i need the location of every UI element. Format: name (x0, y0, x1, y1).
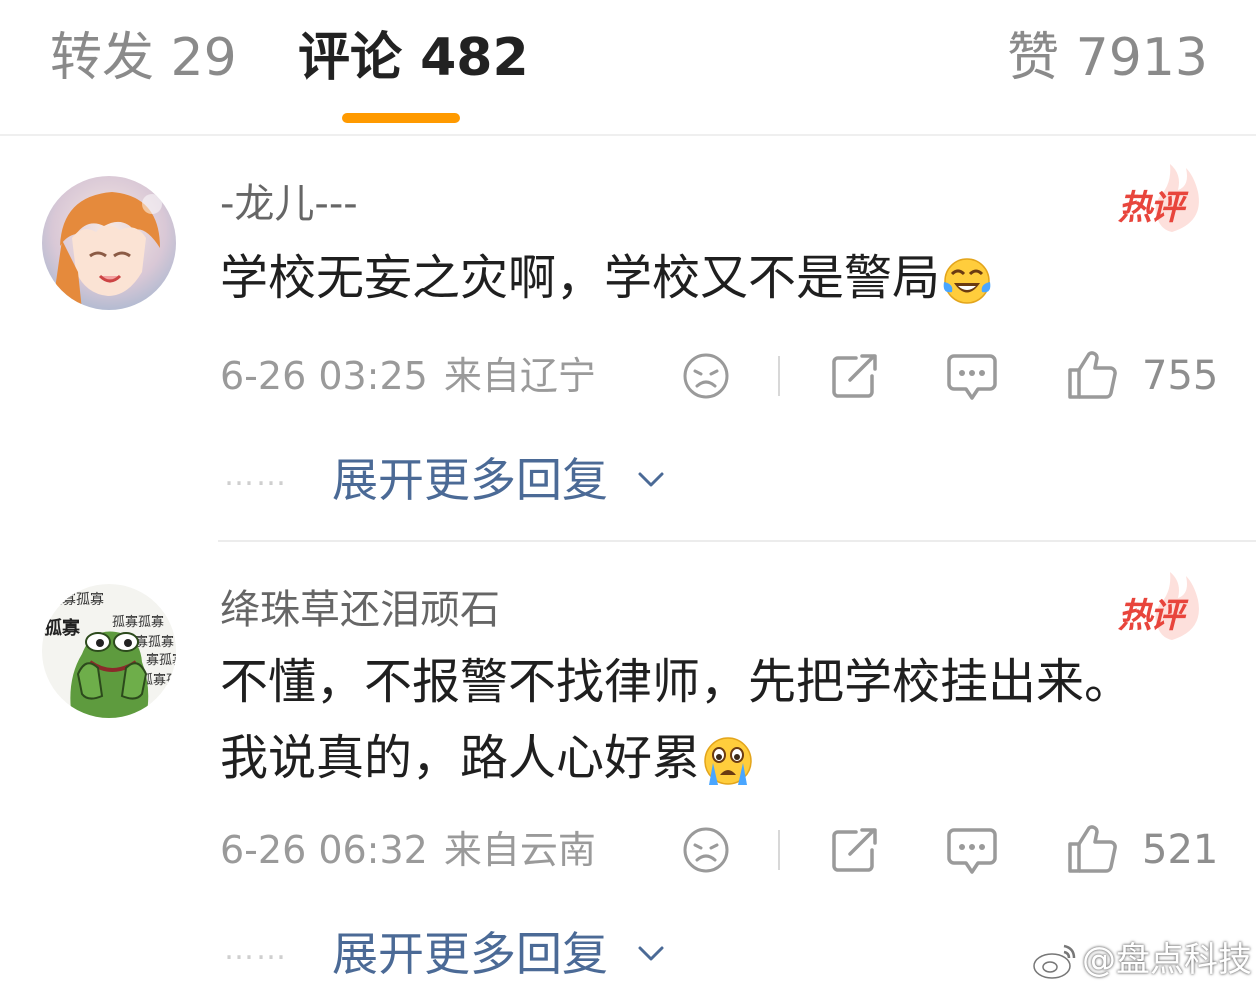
crying-laughing-emoji-icon (943, 258, 991, 304)
reply-comment-icon[interactable] (946, 352, 998, 402)
tab-forward[interactable]: 转发 29 (50, 26, 237, 90)
share-icon[interactable] (830, 826, 880, 874)
weibo-logo-icon (1033, 944, 1076, 979)
reply-comment-icon[interactable] (946, 826, 998, 876)
comments-page: 转发 29 评论 482 赞 7913 -龙儿--- 热评 学校无妄之灾啊，学校… (0, 0, 1256, 989)
dislike-face-icon[interactable] (682, 826, 730, 874)
comment-divider (218, 540, 1256, 542)
chevron-down-icon (638, 946, 664, 961)
dislike-face-icon[interactable] (682, 352, 730, 400)
like-count: 521 (1142, 827, 1219, 873)
chevron-down-icon (638, 472, 664, 487)
tab-bar: 转发 29 评论 482 赞 7913 (0, 0, 1256, 136)
comment-text-line: 我说真的，路人心好累 (220, 730, 701, 786)
comment-text-line: 不懂，不报警不找律师，先把学校挂出来。 (220, 654, 1133, 710)
crying-emoji-icon (704, 737, 752, 785)
comment-text-line: 学校无妄之灾啊，学校又不是警局 (220, 250, 941, 306)
avatar-pattern-text: 孤寡孤寡 (48, 591, 104, 608)
comment-text: 学校无妄之灾啊，学校又不是警局 (220, 240, 992, 316)
thumbs-up-icon[interactable] (1066, 824, 1118, 874)
comment-location: 来自云南 (443, 828, 596, 872)
reply-indent-dots: …… (224, 932, 288, 967)
hot-comment-label: 热评 (1118, 188, 1184, 228)
tab-likes[interactable]: 赞 7913 (1007, 26, 1208, 90)
svg-text:寡孤寡: 寡孤寡 (146, 652, 176, 668)
share-icon[interactable] (830, 352, 880, 400)
reply-indent-dots: …… (224, 458, 288, 493)
tab-comments[interactable]: 评论 482 (298, 26, 529, 90)
thumbs-up-icon[interactable] (1066, 350, 1118, 400)
comment-location: 来自辽宁 (443, 354, 596, 398)
comment-text: 不懂，不报警不找律师，先把学校挂出来。 我说真的，路人心好累 (220, 644, 1132, 796)
hot-comment-label: 热评 (1118, 596, 1184, 636)
hot-comment-badge: 热评 (1112, 162, 1208, 234)
comment-time: 6-26 06:32 (220, 828, 428, 872)
comment-username[interactable]: -龙儿--- (220, 180, 358, 228)
avatar[interactable]: 孤寡孤寡 孤寡孤寡 孤寡 孤寡孤寡 寡孤寡 孤寡孤 (42, 584, 176, 718)
expand-replies-link[interactable]: 展开更多回复 (332, 450, 608, 510)
svg-text:孤寡: 孤寡 (44, 617, 81, 639)
avatar[interactable] (42, 176, 176, 310)
watermark-text: @盘点科技 (1082, 940, 1252, 980)
comment-time: 6-26 03:25 (220, 354, 428, 398)
comment-text-line-2: 我说真的，路人心好累 (220, 720, 1132, 796)
comment-meta: 6-26 06:32 来自云南 (220, 826, 596, 874)
expand-replies-link[interactable]: 展开更多回复 (332, 924, 608, 984)
action-divider (778, 356, 780, 396)
hot-comment-badge: 热评 (1112, 570, 1208, 642)
action-divider (778, 830, 780, 870)
svg-text:孤寡孤寡: 孤寡孤寡 (112, 614, 164, 630)
like-count: 755 (1142, 353, 1219, 399)
active-tab-indicator (342, 113, 460, 123)
comment-username[interactable]: 绛珠草还泪顽石 (220, 586, 500, 634)
comment-meta: 6-26 03:25 来自辽宁 (220, 352, 596, 400)
